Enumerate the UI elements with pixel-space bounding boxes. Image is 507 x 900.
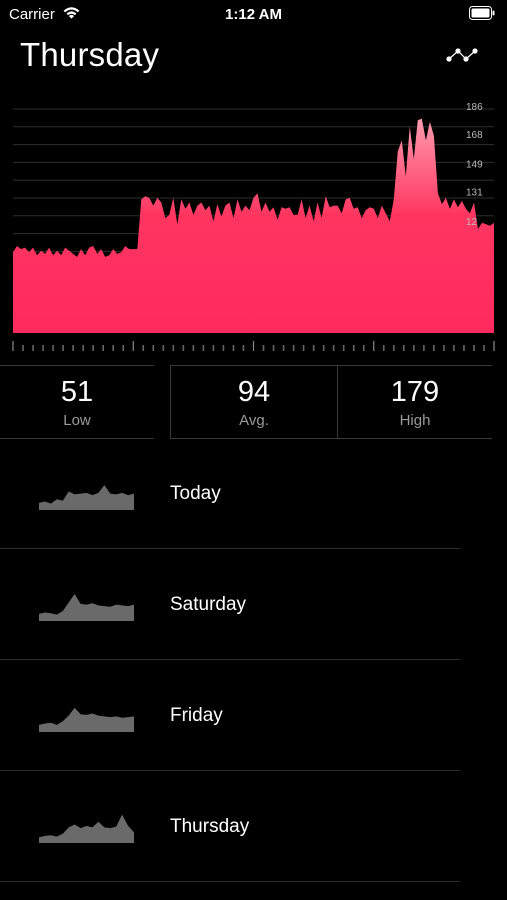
sparkline-area [39, 485, 134, 510]
day-label: Today [170, 483, 221, 504]
day-row-thursday[interactable]: Thursday [0, 771, 460, 882]
page-title: Thursday [20, 36, 160, 73]
day-sparkline [39, 707, 134, 732]
status-time: 1:12 AM [225, 6, 282, 23]
heart-rate-chart[interactable]: 186 168 149 131 12 [0, 100, 507, 355]
stat-high[interactable]: 179 High [338, 365, 492, 439]
battery-icon [469, 6, 495, 20]
stat-high-value: 179 [390, 376, 440, 408]
stat-avg[interactable]: 94 Avg. [170, 365, 338, 439]
stats-row: 51 Low 94 Avg. 179 High [0, 365, 507, 439]
day-row-saturday[interactable]: Saturday [0, 549, 460, 660]
chart-area-series [13, 118, 494, 333]
sparkline-options-icon[interactable] [445, 44, 481, 66]
day-sparkline [39, 594, 134, 621]
day-sparkline [39, 485, 134, 510]
heart-rate-chart-svg: 186 168 149 131 12 [12, 102, 495, 351]
stat-avg-value: 94 [237, 376, 271, 408]
stat-low-value: 51 [60, 376, 94, 408]
day-row-friday[interactable]: Friday [0, 660, 460, 771]
y-tick-label: 168 [466, 130, 483, 141]
day-sparkline [39, 814, 134, 843]
sparkline-area [39, 594, 134, 621]
stat-avg-label: Avg. [239, 412, 269, 429]
stat-low-label: Low [63, 412, 91, 429]
y-tick-label: 149 [466, 160, 483, 171]
status-bar: Carrier 1:12 AM [0, 0, 507, 28]
day-list: Today Saturday Friday Thursday [0, 440, 507, 882]
day-label: Friday [170, 705, 223, 726]
sparkline-area [39, 814, 134, 843]
day-label: Thursday [170, 816, 250, 837]
stat-low[interactable]: 51 Low [0, 365, 154, 439]
stat-high-label: High [399, 412, 431, 429]
y-tick-label: 186 [466, 102, 483, 113]
y-tick-label: 12 [466, 217, 478, 228]
y-tick-label: 131 [466, 188, 483, 199]
day-label: Saturday [170, 594, 247, 615]
sparkline-area [39, 707, 134, 732]
day-row-today[interactable]: Today [0, 440, 460, 549]
